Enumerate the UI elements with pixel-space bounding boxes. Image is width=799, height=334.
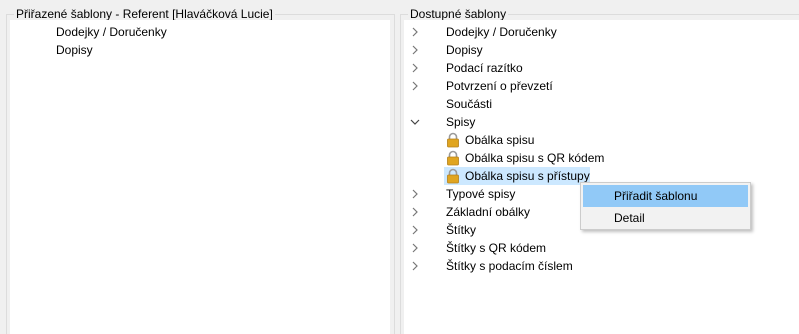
- tree-item-obalka-spisu[interactable]: Obálka spisu: [404, 131, 799, 149]
- tree-item-soucasti[interactable]: Součásti: [404, 95, 799, 113]
- tree-item-label: Základní obálky: [446, 205, 531, 219]
- tree-item-label: Potvrzení o převzetí: [446, 79, 553, 93]
- tree-item-label: Obálka spisu s QR kódem: [465, 151, 605, 165]
- tree-item-spisy[interactable]: Spisy: [404, 113, 799, 131]
- chevron-right-icon[interactable]: [410, 243, 420, 253]
- chevron-right-icon[interactable]: [410, 27, 420, 37]
- menu-item-label: Přiřadit šablonu: [614, 189, 698, 203]
- tree-item-potvrzeni[interactable]: Potvrzení o převzetí: [404, 77, 799, 95]
- menu-item-label: Detail: [614, 211, 645, 225]
- tree-item-dopisy[interactable]: Dopisy: [404, 41, 799, 59]
- tree-item-stitky-qr[interactable]: Štítky s QR kódem: [404, 239, 799, 257]
- tree-item-label: Dopisy: [56, 43, 93, 57]
- chevron-right-icon[interactable]: [410, 261, 420, 271]
- tree-item-label: Štítky s QR kódem: [446, 241, 547, 255]
- tree-item-stitky-podaci-cislo[interactable]: Štítky s podacím číslem: [404, 257, 799, 275]
- tree-item-label: Obálka spisu: [465, 133, 535, 147]
- tree-item-dodejky[interactable]: Dodejky / Doručenky: [404, 23, 799, 41]
- menu-item-assign-template[interactable]: Přiřadit šablonu: [583, 185, 748, 207]
- lock-icon: [446, 132, 460, 148]
- available-templates-tree[interactable]: Dodejky / Doručenky Dopisy Podací razítk…: [404, 20, 799, 334]
- lock-icon: [446, 168, 460, 184]
- tree-item-label: Spisy: [446, 115, 476, 129]
- tree-item-label: Štítky s podacím číslem: [446, 259, 573, 273]
- menu-item-detail[interactable]: Detail: [583, 207, 748, 229]
- chevron-right-icon[interactable]: [410, 225, 420, 235]
- tree-item-label: Štítky: [446, 223, 477, 237]
- tree-item-podaci-razitko[interactable]: Podací razítko: [404, 59, 799, 77]
- chevron-right-icon[interactable]: [410, 45, 420, 55]
- tree-item-label: Typové spisy: [446, 187, 516, 201]
- chevron-right-icon[interactable]: [410, 189, 420, 199]
- lock-icon: [446, 150, 460, 166]
- chevron-right-icon[interactable]: [410, 81, 420, 91]
- assigned-templates-group: Přiřazené šablony - Referent [Hlaváčková…: [6, 6, 395, 334]
- tree-item-label: Podací razítko: [446, 61, 523, 75]
- tree-item-label: Dodejky / Doručenky: [446, 25, 557, 39]
- tree-item-label: Obálka spisu s přístupy: [465, 169, 590, 183]
- tree-item-label: Dodejky / Doručenky: [56, 25, 167, 39]
- tree-item-obalka-spisu-qr[interactable]: Obálka spisu s QR kódem: [404, 149, 799, 167]
- assigned-templates-tree[interactable]: Dodejky / Doručenky Dopisy: [10, 20, 390, 334]
- available-templates-group: Dostupné šablony Dodejky / Doručenky Dop…: [400, 6, 799, 334]
- context-menu: Přiřadit šablonu Detail: [580, 182, 751, 230]
- chevron-right-icon[interactable]: [410, 207, 420, 217]
- tree-item-label: Dopisy: [446, 43, 483, 57]
- chevron-down-icon[interactable]: [410, 117, 420, 127]
- chevron-right-icon[interactable]: [410, 63, 420, 73]
- tree-item-label: Součásti: [446, 97, 493, 111]
